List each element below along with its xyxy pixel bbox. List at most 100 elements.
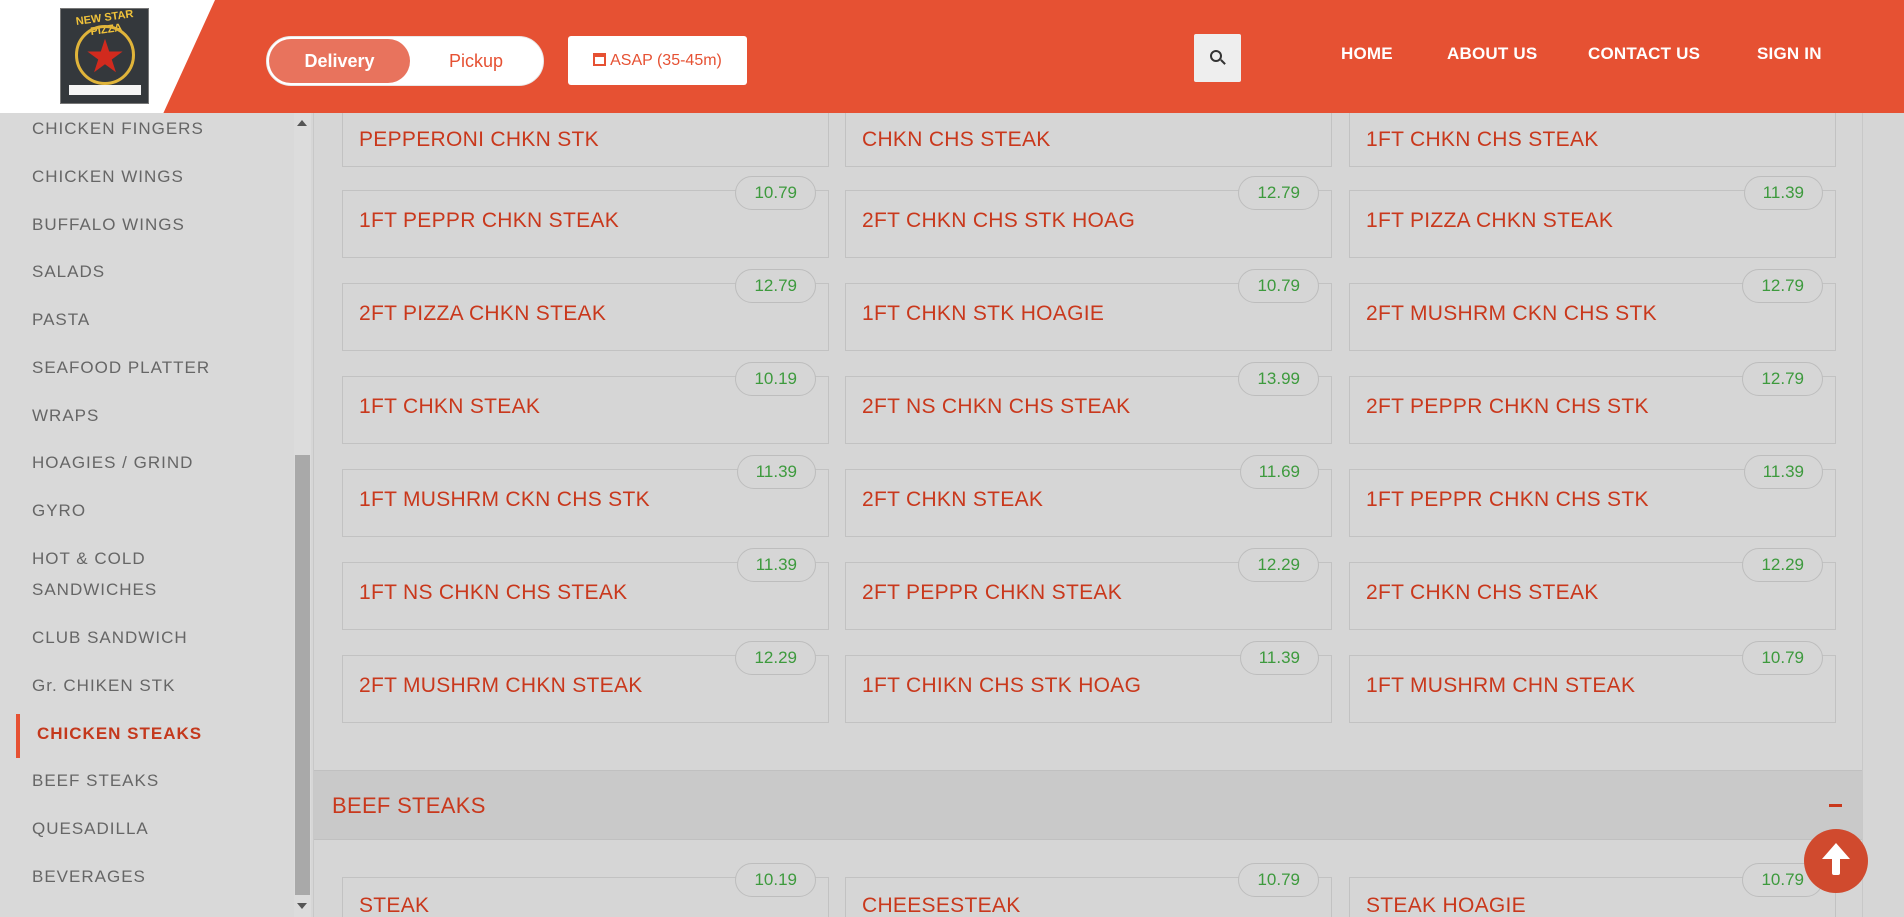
menu-item-card[interactable]: 1FT MUSHRM CHN STEAK 10.79 [1349, 641, 1836, 723]
logo-area: NEW STAR PIZZA ★ [0, 0, 215, 113]
menu-item-price: 11.39 [1743, 455, 1823, 489]
menu-item-card[interactable]: 1FT NS CHKN CHS STEAK 11.39 [342, 548, 829, 630]
menu-item-card[interactable]: 2FT PIZZA CHKN STEAK 12.79 [342, 269, 829, 351]
sidebar-item-chicken-fingers[interactable]: CHICKEN FINGERS [32, 113, 204, 144]
menu-item-name: STEAK [359, 894, 430, 917]
menu-item-card[interactable]: 2FT CHKN CHS STEAK 12.29 [1349, 548, 1836, 630]
active-indicator [16, 714, 20, 758]
sidebar-item-hoagies-grind[interactable]: HOAGIES / GRIND [32, 447, 193, 478]
menu-item-card[interactable]: 2FT CHKN CHS STK HOAG 12.79 [845, 176, 1332, 258]
nav-contact-us[interactable]: CONTACT US [1588, 44, 1700, 64]
sidebar-item-sandwiches[interactable]: SANDWICHES [32, 574, 157, 605]
logo[interactable]: NEW STAR PIZZA ★ [60, 8, 149, 104]
logo-star-icon: ★ [84, 29, 126, 83]
menu-item-card[interactable]: 1FT CHKN STEAK 10.19 [342, 362, 829, 444]
sidebar-item-chicken-wings[interactable]: CHICKEN WINGS [32, 161, 184, 192]
menu-item-name: 2FT MUSHRM CHKN STEAK [359, 674, 643, 697]
sidebar-item-gr-chiken-stk[interactable]: Gr. CHIKEN STK [32, 670, 175, 701]
schedule-label: ASAP (35-45m) [610, 52, 722, 69]
sidebar-item-pasta[interactable]: PASTA [32, 304, 90, 335]
sidebar-item-wraps[interactable]: WRAPS [32, 400, 99, 431]
menu-item-name: PEPPERONI CHKN STK [359, 128, 599, 151]
menu-item-price: 12.79 [1742, 269, 1823, 303]
menu-item-price: 11.39 [736, 455, 816, 489]
section-title: BEEF STEAKS [332, 793, 486, 818]
sidebar-item-salads[interactable]: SALADS [32, 256, 105, 287]
menu-item-price: 10.79 [735, 176, 816, 210]
menu-item-card[interactable]: 1FT PEPPR CHKN CHS STK 11.39 [1349, 455, 1836, 537]
menu-item-price: 11.39 [1239, 641, 1319, 675]
menu-item-card[interactable]: 1FT PIZZA CHKN STEAK 11.39 [1349, 176, 1836, 258]
menu-item-name: 1FT PIZZA CHKN STEAK [1366, 209, 1614, 232]
menu-item-card[interactable]: 2FT CHKN STEAK 11.69 [845, 455, 1332, 537]
scroll-to-top-button[interactable] [1804, 829, 1868, 893]
menu-item-name: 1FT CHKN STK HOAGIE [862, 302, 1105, 325]
nav-about-us[interactable]: ABOUT US [1447, 44, 1537, 64]
menu-item-card[interactable]: 2FT PEPPR CHKN CHS STK 12.79 [1349, 362, 1836, 444]
menu-item-name: 2FT MUSHRM CKN CHS STK [1366, 302, 1657, 325]
menu-item-name: 1FT CHKN CHS STEAK [1366, 128, 1599, 151]
menu-item-card[interactable]: STEAK HOAGIE 10.79 [1349, 863, 1836, 917]
nav-home[interactable]: HOME [1341, 44, 1393, 64]
menu-item-card[interactable]: STEAK 10.19 [342, 863, 829, 917]
delivery-option[interactable]: Delivery [269, 39, 410, 83]
menu-item-price: 10.79 [1742, 641, 1823, 675]
sidebar-item-hot-cold[interactable]: HOT & COLD [32, 543, 146, 574]
scroll-down-arrow-icon[interactable] [297, 903, 307, 909]
menu-item-name: 2FT NS CHKN CHS STEAK [862, 395, 1131, 418]
menu-item-price: 12.29 [1238, 548, 1319, 582]
menu-item-price: 13.99 [1238, 362, 1319, 396]
menu-item-card[interactable]: 1FT MUSHRM CKN CHS STK 11.39 [342, 455, 829, 537]
sidebar-item-beef-steaks[interactable]: BEEF STEAKS [32, 765, 159, 796]
menu-item-price: 12.79 [1742, 362, 1823, 396]
menu-item-price: 11.39 [736, 548, 816, 582]
sidebar-item-chicken-steaks[interactable]: CHICKEN STEAKS [37, 718, 202, 749]
search-button[interactable] [1194, 34, 1241, 82]
sidebar-item-seafood-platter[interactable]: SEAFOOD PLATTER [32, 352, 210, 383]
menu-item-card[interactable]: 2FT MUSHRM CHKN STEAK 12.29 [342, 641, 829, 723]
collapse-minus-icon[interactable] [1829, 804, 1842, 807]
menu-item-card[interactable]: 2FT PEPPR CHKN STEAK 12.29 [845, 548, 1332, 630]
order-type-toggle: Delivery Pickup [266, 36, 544, 86]
schedule-button[interactable]: ASAP (35-45m) [568, 36, 747, 85]
pickup-option[interactable]: Pickup [412, 39, 540, 83]
sidebar-scroll-thumb[interactable] [295, 455, 310, 895]
menu-item-price: 10.19 [735, 362, 816, 396]
menu-item-name: 2FT PIZZA CHKN STEAK [359, 302, 607, 325]
logo-banner [69, 85, 141, 95]
top-header: NEW STAR PIZZA ★ Delivery Pickup ASAP (3… [0, 0, 1904, 113]
menu-item-name: 1FT MUSHRM CKN CHS STK [359, 488, 650, 511]
menu-item-card[interactable]: 2FT MUSHRM CKN CHS STK 12.79 [1349, 269, 1836, 351]
menu-item-price: 11.69 [1239, 455, 1319, 489]
sidebar-item-club-sandwich[interactable]: CLUB SANDWICH [32, 622, 188, 653]
menu-item-card[interactable]: 1FT PEPPR CHKN STEAK 10.79 [342, 176, 829, 258]
menu-item-name: 1FT PEPPR CHKN CHS STK [1366, 488, 1649, 511]
menu-item-name: 1FT PEPPR CHKN STEAK [359, 209, 620, 232]
menu-item-price: 10.79 [1238, 863, 1319, 897]
menu-item-card[interactable]: 1FT CHKN STK HOAGIE 10.79 [845, 269, 1332, 351]
sidebar-item-gyro[interactable]: GYRO [32, 495, 86, 526]
menu-item-name: 2FT PEPPR CHKN STEAK [862, 581, 1123, 604]
arrow-up-icon-stem [1832, 857, 1840, 875]
menu-item-card[interactable]: 2FT NS CHKN CHS STEAK 13.99 [845, 362, 1332, 444]
section-header-beef-steaks[interactable]: BEEF STEAKS [314, 770, 1862, 840]
menu-item-name: 1FT CHIKN CHS STK HOAG [862, 674, 1142, 697]
scroll-up-arrow-icon[interactable] [297, 120, 307, 126]
menu-item-price: 12.29 [1742, 548, 1823, 582]
menu-item-name: CHEESESTEAK [862, 894, 1021, 917]
menu-item-name: 1FT MUSHRM CHN STEAK [1366, 674, 1636, 697]
menu-item-price: 11.39 [1743, 176, 1823, 210]
menu-item-price: 12.79 [1238, 176, 1319, 210]
menu-item-name: STEAK HOAGIE [1366, 894, 1526, 917]
search-icon-handle [1220, 59, 1226, 65]
calendar-icon [593, 53, 607, 66]
sidebar-item-buffalo-wings[interactable]: BUFFALO WINGS [32, 209, 185, 240]
nav-sign-in[interactable]: SIGN IN [1757, 44, 1822, 64]
sidebar-item-beverages[interactable]: BEVERAGES [32, 861, 146, 892]
menu-item-name: 1FT NS CHKN CHS STEAK [359, 581, 628, 604]
menu-item-card[interactable]: CHEESESTEAK 10.79 [845, 863, 1332, 917]
menu-item-card[interactable]: 1FT CHIKN CHS STK HOAG 11.39 [845, 641, 1332, 723]
menu-item-price: 10.79 [1238, 269, 1319, 303]
sidebar-item-quesadilla[interactable]: QUESADILLA [32, 813, 149, 844]
menu-item-name: 1FT CHKN STEAK [359, 395, 541, 418]
